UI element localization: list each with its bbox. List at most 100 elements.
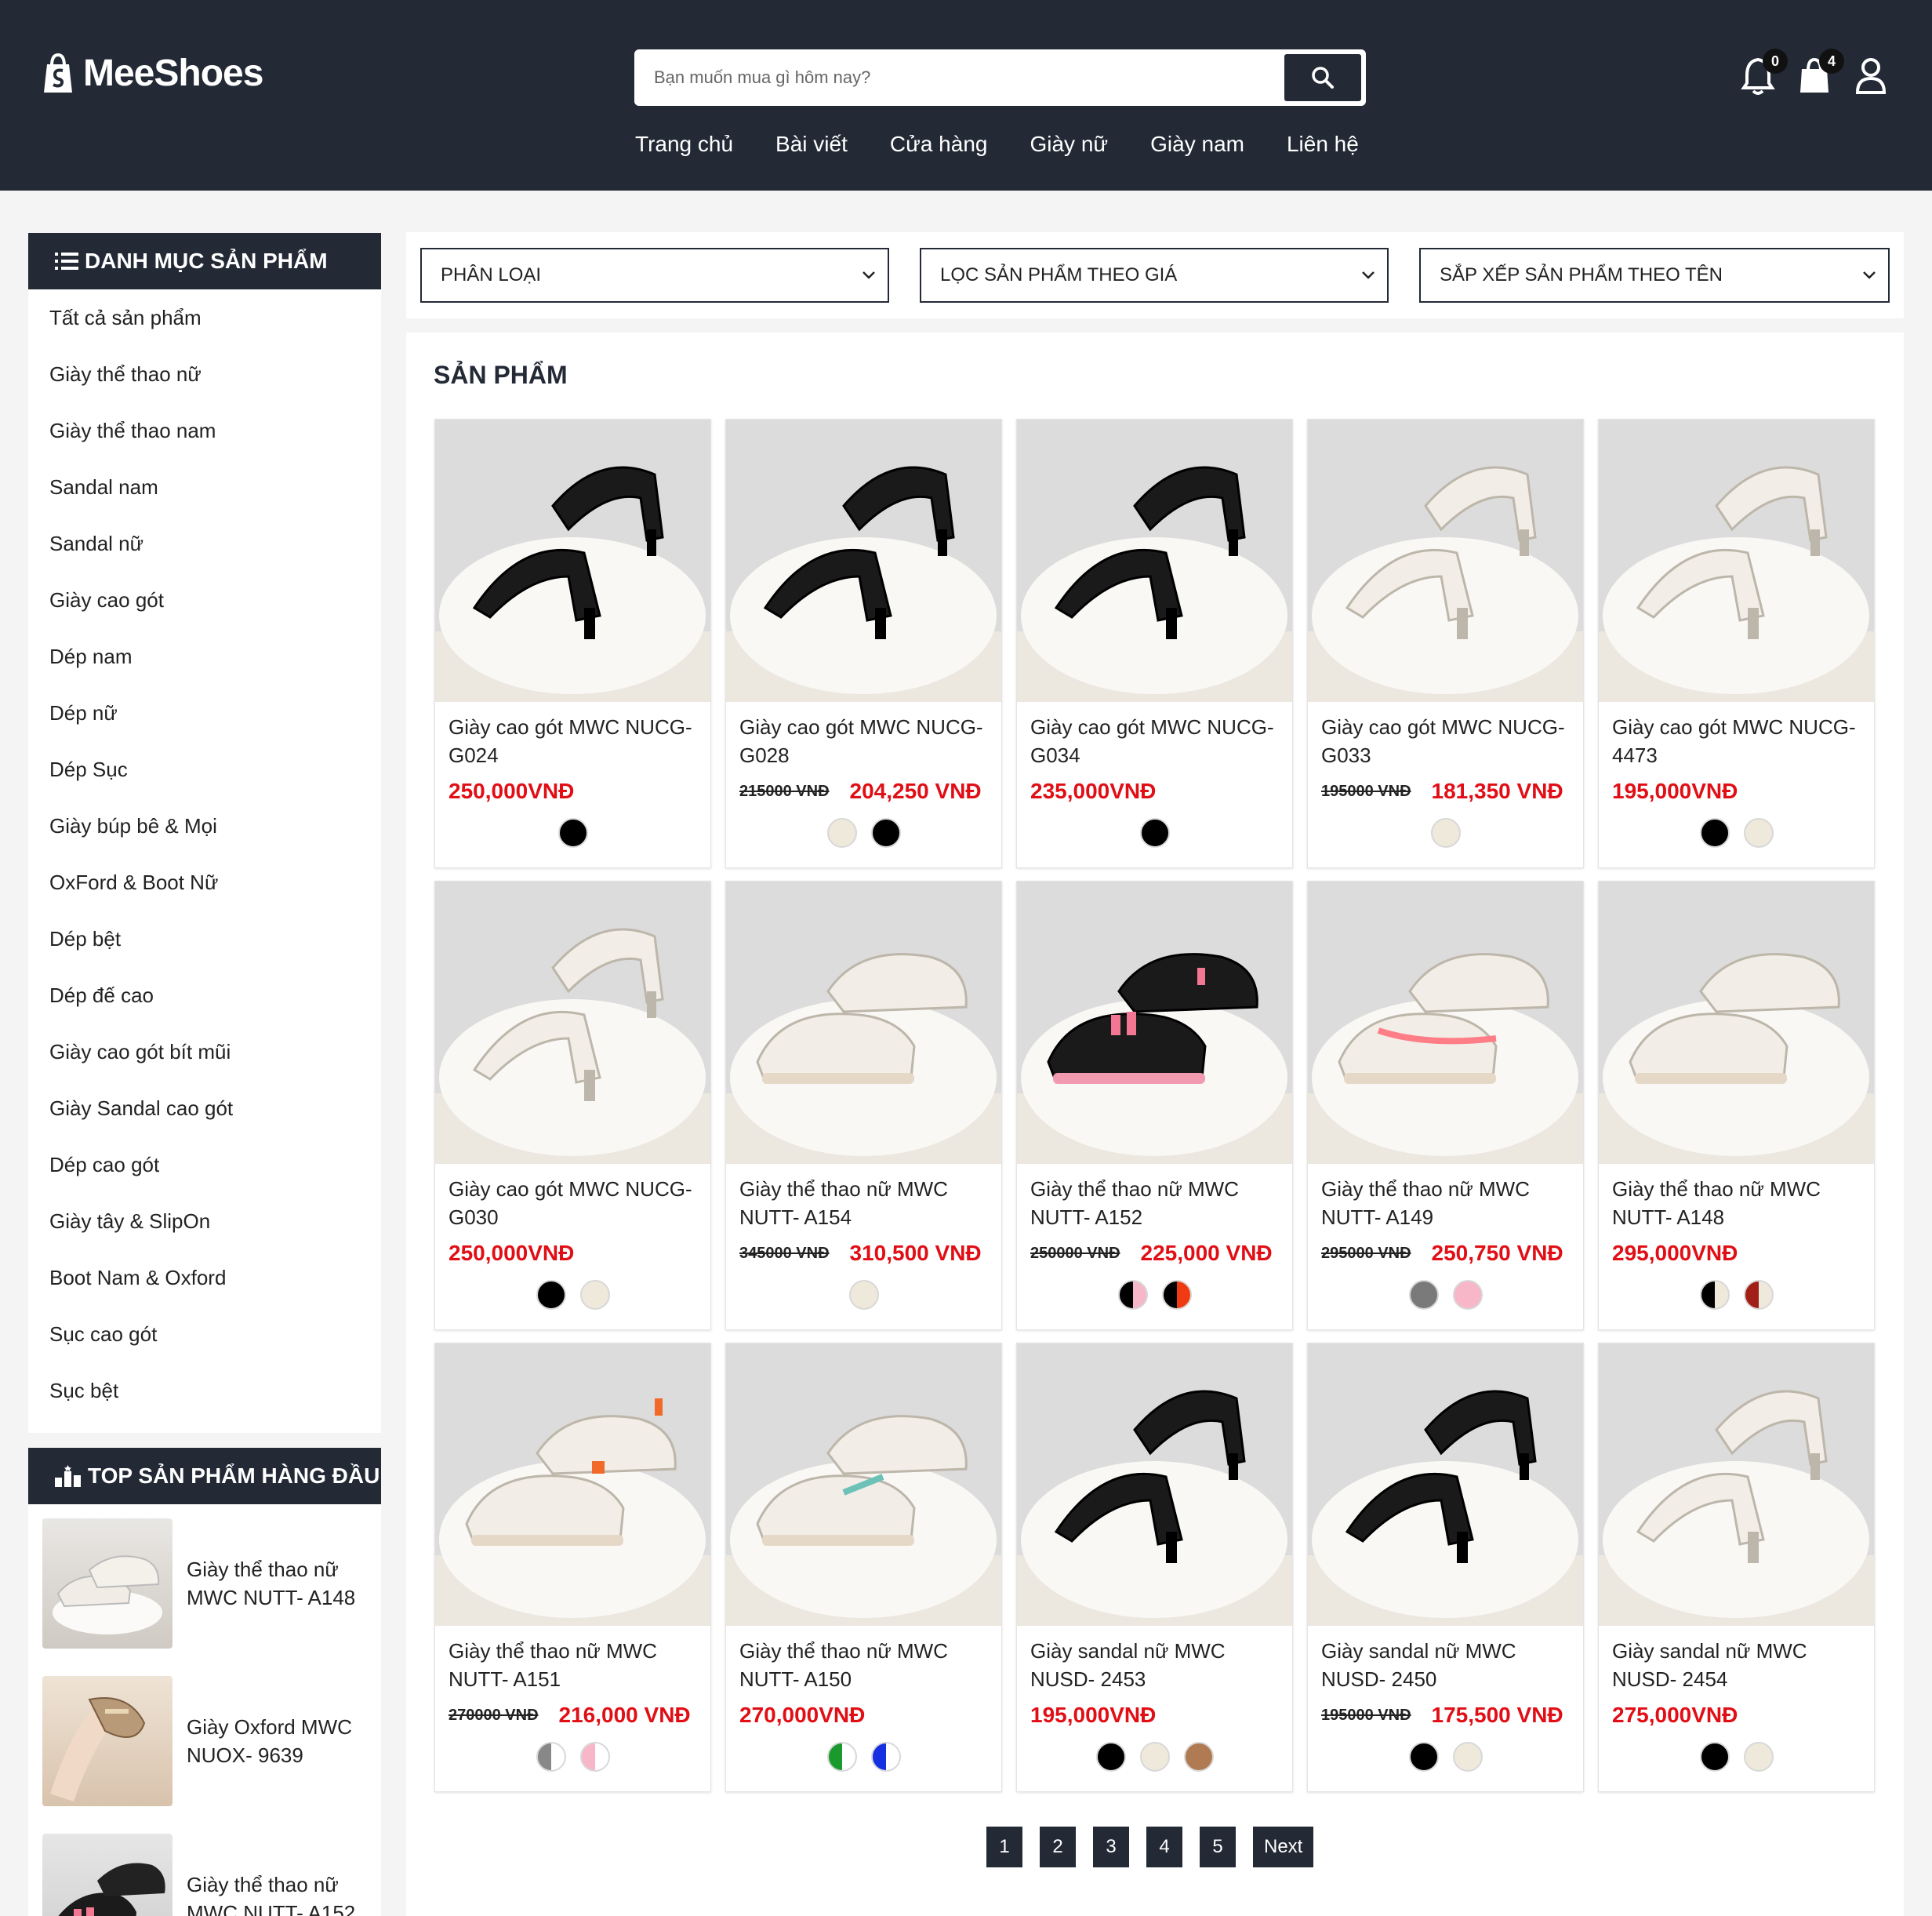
product-image[interactable]	[726, 420, 1001, 702]
category-filter-select[interactable]: PHÂN LOẠI	[420, 248, 889, 303]
color-swatch[interactable]	[579, 1280, 610, 1310]
product-card[interactable]: Giày sandal nữ MWC NUSD- 2450 195000 VNĐ 1…	[1307, 1343, 1584, 1792]
color-swatch[interactable]	[1452, 1280, 1483, 1310]
top-product-image[interactable]	[42, 1676, 172, 1806]
sidebar-category-item[interactable]: Dép bệt	[28, 911, 381, 967]
product-name[interactable]: Giày thể thao nữ MWC NUTT- A154	[739, 1175, 990, 1231]
nav-lien-he[interactable]: Liên hệ	[1287, 132, 1359, 157]
color-swatch[interactable]	[557, 818, 588, 848]
color-swatch[interactable]	[1699, 1280, 1730, 1310]
sidebar-category-item[interactable]: Tất cả sản phẩm	[28, 289, 381, 346]
notification-button[interactable]: 0	[1741, 49, 1788, 97]
color-swatch[interactable]	[1117, 1280, 1148, 1310]
top-product-name[interactable]: Giày thể thao nữ MWC NUTT- A148	[187, 1555, 367, 1612]
sidebar-category-item[interactable]: OxFord & Boot Nữ	[28, 854, 381, 911]
page-button-5[interactable]: 5	[1200, 1827, 1236, 1867]
product-card[interactable]: Giày cao gót MWC NUCG-G033 195000 VNĐ 181,…	[1307, 419, 1584, 868]
product-image[interactable]	[1599, 1343, 1874, 1626]
color-swatch[interactable]	[536, 1280, 566, 1310]
color-swatch[interactable]	[1095, 1742, 1126, 1772]
color-swatch[interactable]	[848, 1280, 879, 1310]
color-swatch[interactable]	[826, 1742, 857, 1772]
product-name[interactable]: Giày cao gót MWC NUCG-G024	[448, 713, 699, 769]
product-image[interactable]	[1308, 882, 1583, 1164]
product-name[interactable]: Giày cao gót MWC NUCG-G033	[1321, 713, 1572, 769]
page-button-4[interactable]: 4	[1146, 1827, 1182, 1867]
product-name[interactable]: Giày sandal nữ MWC NUSD- 2454	[1612, 1637, 1863, 1693]
product-image[interactable]	[1599, 420, 1874, 702]
product-card[interactable]: Giày cao gót MWC NUCG-G028 215000 VNĐ 204,…	[725, 419, 1002, 868]
color-swatch[interactable]	[1430, 818, 1461, 848]
color-swatch[interactable]	[870, 1742, 901, 1772]
sidebar-category-item[interactable]: Dép cao gót	[28, 1136, 381, 1193]
product-card[interactable]: Giày cao gót MWC NUCG-G030 250,000VNĐ	[434, 881, 711, 1330]
product-name[interactable]: Giày thể thao nữ MWC NUTT- A152	[1030, 1175, 1281, 1231]
sidebar-category-item[interactable]: Boot Nam & Oxford	[28, 1249, 381, 1306]
product-image[interactable]	[1599, 882, 1874, 1164]
top-product-item[interactable]: Giày thể thao nữ MWC NUTT- A148	[42, 1518, 367, 1649]
color-swatch[interactable]	[1408, 1742, 1439, 1772]
top-product-item[interactable]: Giày Oxford MWC NUOX- 9639	[42, 1676, 367, 1806]
product-name[interactable]: Giày cao gót MWC NUCG-G034	[1030, 713, 1281, 769]
page-button-2[interactable]: 2	[1040, 1827, 1076, 1867]
product-name[interactable]: Giày sandal nữ MWC NUSD- 2453	[1030, 1637, 1281, 1693]
color-swatch[interactable]	[1699, 1742, 1730, 1772]
product-name[interactable]: Giày sandal nữ MWC NUSD- 2450	[1321, 1637, 1572, 1693]
product-card[interactable]: Giày thể thao nữ MWC NUTT- A149 295000 VN…	[1307, 881, 1584, 1330]
sidebar-category-item[interactable]: Sục bệt	[28, 1362, 381, 1419]
product-image[interactable]	[435, 1343, 710, 1626]
sidebar-category-item[interactable]: Giày cao gót	[28, 572, 381, 628]
sidebar-category-item[interactable]: Giày Sandal cao gót	[28, 1080, 381, 1136]
color-swatch[interactable]	[1161, 1280, 1192, 1310]
sidebar-category-item[interactable]: Giày tây & SlipOn	[28, 1193, 381, 1249]
sidebar-category-item[interactable]: Dép nam	[28, 628, 381, 685]
color-swatch[interactable]	[536, 1742, 566, 1772]
product-image[interactable]	[726, 882, 1001, 1164]
cart-button[interactable]: 4	[1797, 49, 1844, 97]
sidebar-category-item[interactable]: Giày thể thao nữ	[28, 346, 381, 402]
nav-giay-nam[interactable]: Giày nam	[1150, 132, 1244, 157]
color-swatch[interactable]	[1452, 1742, 1483, 1772]
sidebar-category-item[interactable]: Giày búp bê & Mọi	[28, 798, 381, 854]
top-product-name[interactable]: Giày Oxford MWC NUOX- 9639	[187, 1713, 367, 1769]
top-product-name[interactable]: Giày thể thao nữ MWC NUTT- A152	[187, 1871, 367, 1916]
product-image[interactable]	[1017, 420, 1292, 702]
product-image[interactable]	[1308, 420, 1583, 702]
color-swatch[interactable]	[1743, 818, 1774, 848]
product-image[interactable]	[435, 882, 710, 1164]
product-card[interactable]: Giày thể thao nữ MWC NUTT- A154 345000 VN…	[725, 881, 1002, 1330]
sidebar-category-item[interactable]: Giày thể thao nam	[28, 402, 381, 459]
color-swatch[interactable]	[1699, 818, 1730, 848]
sidebar-category-item[interactable]: Dép đế cao	[28, 967, 381, 1023]
product-card[interactable]: Giày sandal nữ MWC NUSD- 2454 275,000VNĐ	[1598, 1343, 1875, 1792]
page-button-1[interactable]: 1	[986, 1827, 1022, 1867]
product-card[interactable]: Giày thể thao nữ MWC NUTT- A152 250000 VN…	[1016, 881, 1293, 1330]
product-image[interactable]	[1308, 1343, 1583, 1626]
color-swatch[interactable]	[1183, 1742, 1214, 1772]
nav-bai-viet[interactable]: Bài viết	[775, 132, 848, 157]
top-product-image[interactable]	[42, 1518, 172, 1649]
color-swatch[interactable]	[1743, 1280, 1774, 1310]
color-swatch[interactable]	[1139, 1742, 1170, 1772]
product-card[interactable]: Giày cao gót MWC NUCG-4473 195,000VNĐ	[1598, 419, 1875, 868]
sidebar-category-item[interactable]: Giày cao gót bít mũi	[28, 1023, 381, 1080]
search-input[interactable]	[654, 52, 1266, 104]
account-button[interactable]	[1854, 55, 1891, 97]
sidebar-category-item[interactable]: Sandal nam	[28, 459, 381, 515]
color-swatch[interactable]	[870, 818, 901, 848]
product-card[interactable]: Giày thể thao nữ MWC NUTT- A150 270,000VN…	[725, 1343, 1002, 1792]
search-button[interactable]	[1284, 54, 1361, 101]
product-image[interactable]	[726, 1343, 1001, 1626]
product-card[interactable]: Giày sandal nữ MWC NUSD- 2453 195,000VNĐ	[1016, 1343, 1293, 1792]
product-card[interactable]: Giày cao gót MWC NUCG-G024 250,000VNĐ	[434, 419, 711, 868]
product-card[interactable]: Giày thể thao nữ MWC NUTT- A151 270000 VN…	[434, 1343, 711, 1792]
product-image[interactable]	[435, 420, 710, 702]
page-button-3[interactable]: 3	[1093, 1827, 1129, 1867]
nav-trang-chu[interactable]: Trang chủ	[635, 132, 733, 157]
top-product-image[interactable]	[42, 1834, 172, 1916]
sidebar-category-item[interactable]: Dép nữ	[28, 685, 381, 741]
top-product-item[interactable]: Giày thể thao nữ MWC NUTT- A152	[42, 1834, 367, 1916]
product-name[interactable]: Giày thể thao nữ MWC NUTT- A148	[1612, 1175, 1863, 1231]
product-image[interactable]	[1017, 1343, 1292, 1626]
product-image[interactable]	[1017, 882, 1292, 1164]
